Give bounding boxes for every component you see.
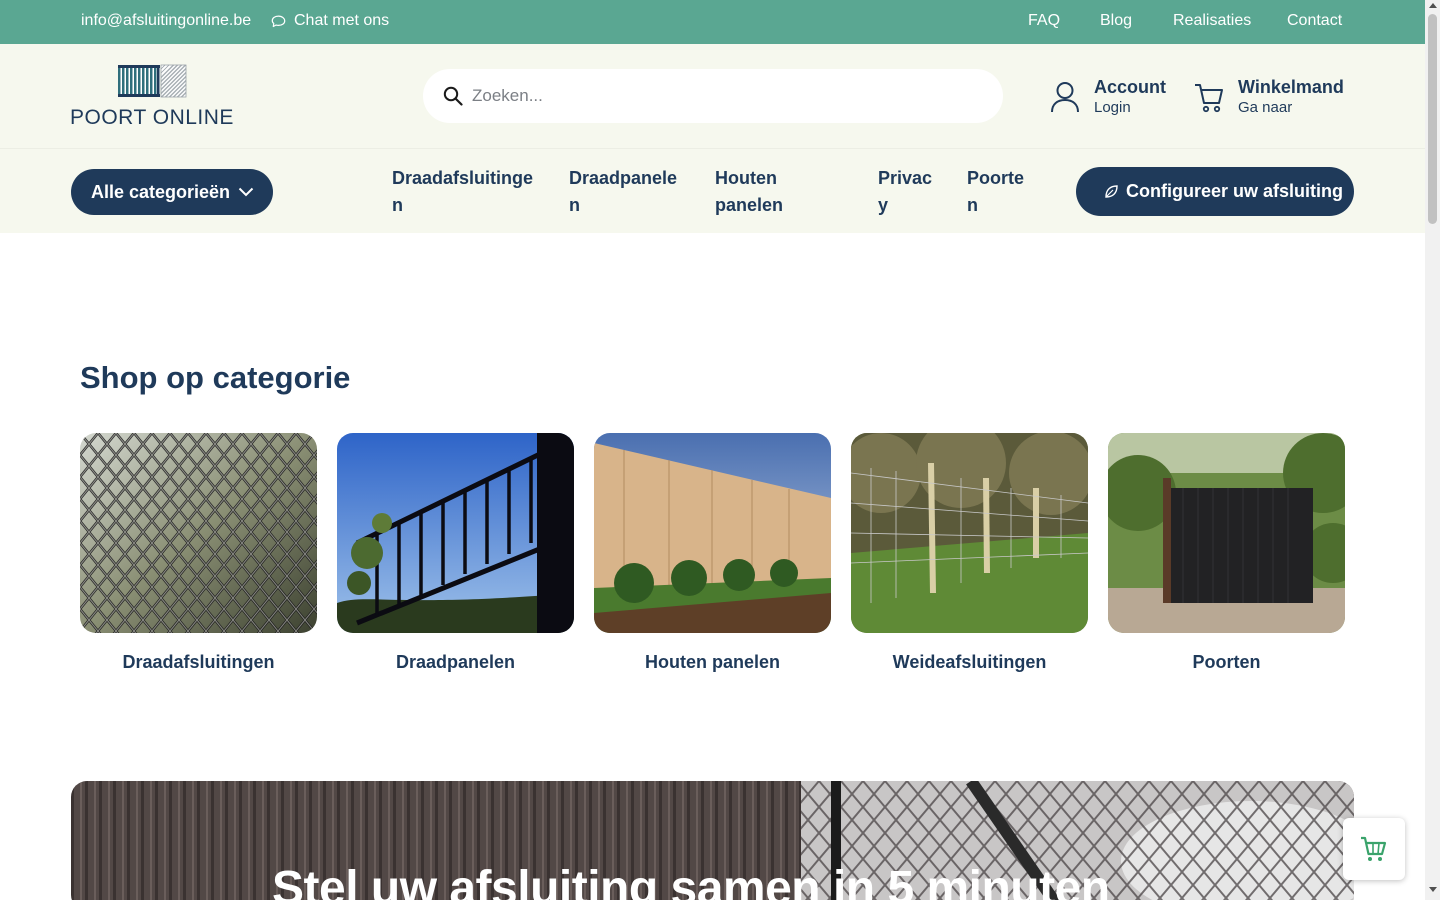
search-bar (423, 69, 1003, 123)
nav-item-privacy[interactable]: Privacy (878, 165, 936, 219)
wooden-panel-image (594, 433, 831, 633)
contact-link[interactable]: Contact (1287, 12, 1342, 30)
faq-link[interactable]: FAQ (1028, 12, 1060, 30)
logo[interactable]: POORT ONLINE (70, 64, 234, 130)
nav-item-poorten[interactable]: Poorten (967, 165, 1029, 219)
page-scrollbar[interactable] (1425, 0, 1440, 900)
cart-link[interactable]: Winkelmand Ga naar (1194, 76, 1344, 118)
chevron-down-icon (238, 187, 254, 197)
nav-item-draadafsluitingen[interactable]: Draadafsluitingen (392, 165, 534, 219)
leaf-icon (1105, 185, 1118, 198)
pasture-fence-image (851, 433, 1088, 633)
category-card-houten-panelen[interactable]: Houten panelen (594, 433, 831, 673)
floating-cart-button[interactable] (1343, 818, 1405, 880)
realisaties-link[interactable]: Realisaties (1173, 12, 1251, 30)
cart-subtitle: Ga naar (1238, 99, 1293, 116)
chat-link[interactable]: Chat met ons (271, 12, 389, 30)
section-title: Shop op categorie (80, 360, 351, 395)
account-title: Account (1094, 77, 1166, 97)
gate-logo-icon (118, 64, 187, 98)
configure-fence-label: Configureer uw afsluiting (1126, 181, 1344, 201)
configurator-banner: Stel uw afsluiting samen in 5 minuten (71, 781, 1354, 900)
account-link[interactable]: Account Login (1050, 76, 1166, 118)
email-link[interactable]: info@afsluitingonline.be (81, 12, 251, 30)
search-icon[interactable] (443, 86, 463, 106)
main-nav: Alle categorieën Draadafsluitingen Draad… (0, 148, 1425, 233)
category-label: Weideafsluitingen (892, 652, 1047, 672)
category-card-draadafsluitingen[interactable]: Draadafsluitingen (80, 433, 317, 673)
cart-icon (1195, 84, 1223, 113)
configure-fence-button[interactable]: Configureer uw afsluiting (1076, 167, 1354, 216)
top-bar: info@afsluitingonline.be Chat met ons FA… (0, 0, 1425, 44)
chain-link-fence-image (80, 433, 317, 633)
category-card-draadpanelen[interactable]: Draadpanelen (337, 433, 574, 673)
category-card-weideafsluitingen[interactable]: Weideafsluitingen (851, 433, 1088, 673)
account-subtitle: Login (1094, 99, 1131, 116)
category-label: Houten panelen (644, 652, 780, 672)
site-header: POORT ONLINE Account Login Winkelmand Ga… (0, 44, 1425, 148)
wire-panel-image (337, 433, 574, 633)
category-label: Draadpanelen (395, 652, 516, 672)
banner-title: Stel uw afsluiting samen in 5 minuten (272, 862, 1110, 900)
scroll-up-arrow[interactable] (1429, 3, 1437, 8)
all-categories-button[interactable]: Alle categorieën (71, 169, 273, 215)
nav-item-houten-panelen[interactable]: Houten panelen (715, 165, 825, 219)
chat-bubble-icon (271, 15, 286, 27)
scroll-thumb[interactable] (1428, 14, 1437, 224)
category-label: Poorten (1192, 652, 1261, 672)
logo-text: POORT ONLINE (70, 106, 234, 129)
all-categories-label: Alle categorieën (91, 181, 231, 202)
nav-item-draadpanelen[interactable]: Draadpanelen (569, 165, 681, 219)
blog-link[interactable]: Blog (1100, 12, 1132, 30)
gate-image (1108, 433, 1345, 633)
category-label: Draadafsluitingen (122, 652, 275, 672)
chat-label: Chat met ons (294, 12, 390, 29)
category-card-poorten[interactable]: Poorten (1108, 433, 1345, 673)
search-input[interactable] (472, 83, 972, 109)
user-icon (1051, 82, 1079, 113)
scroll-down-arrow[interactable] (1429, 887, 1437, 892)
cart-title: Winkelmand (1238, 77, 1344, 97)
cart-icon (1361, 836, 1387, 861)
